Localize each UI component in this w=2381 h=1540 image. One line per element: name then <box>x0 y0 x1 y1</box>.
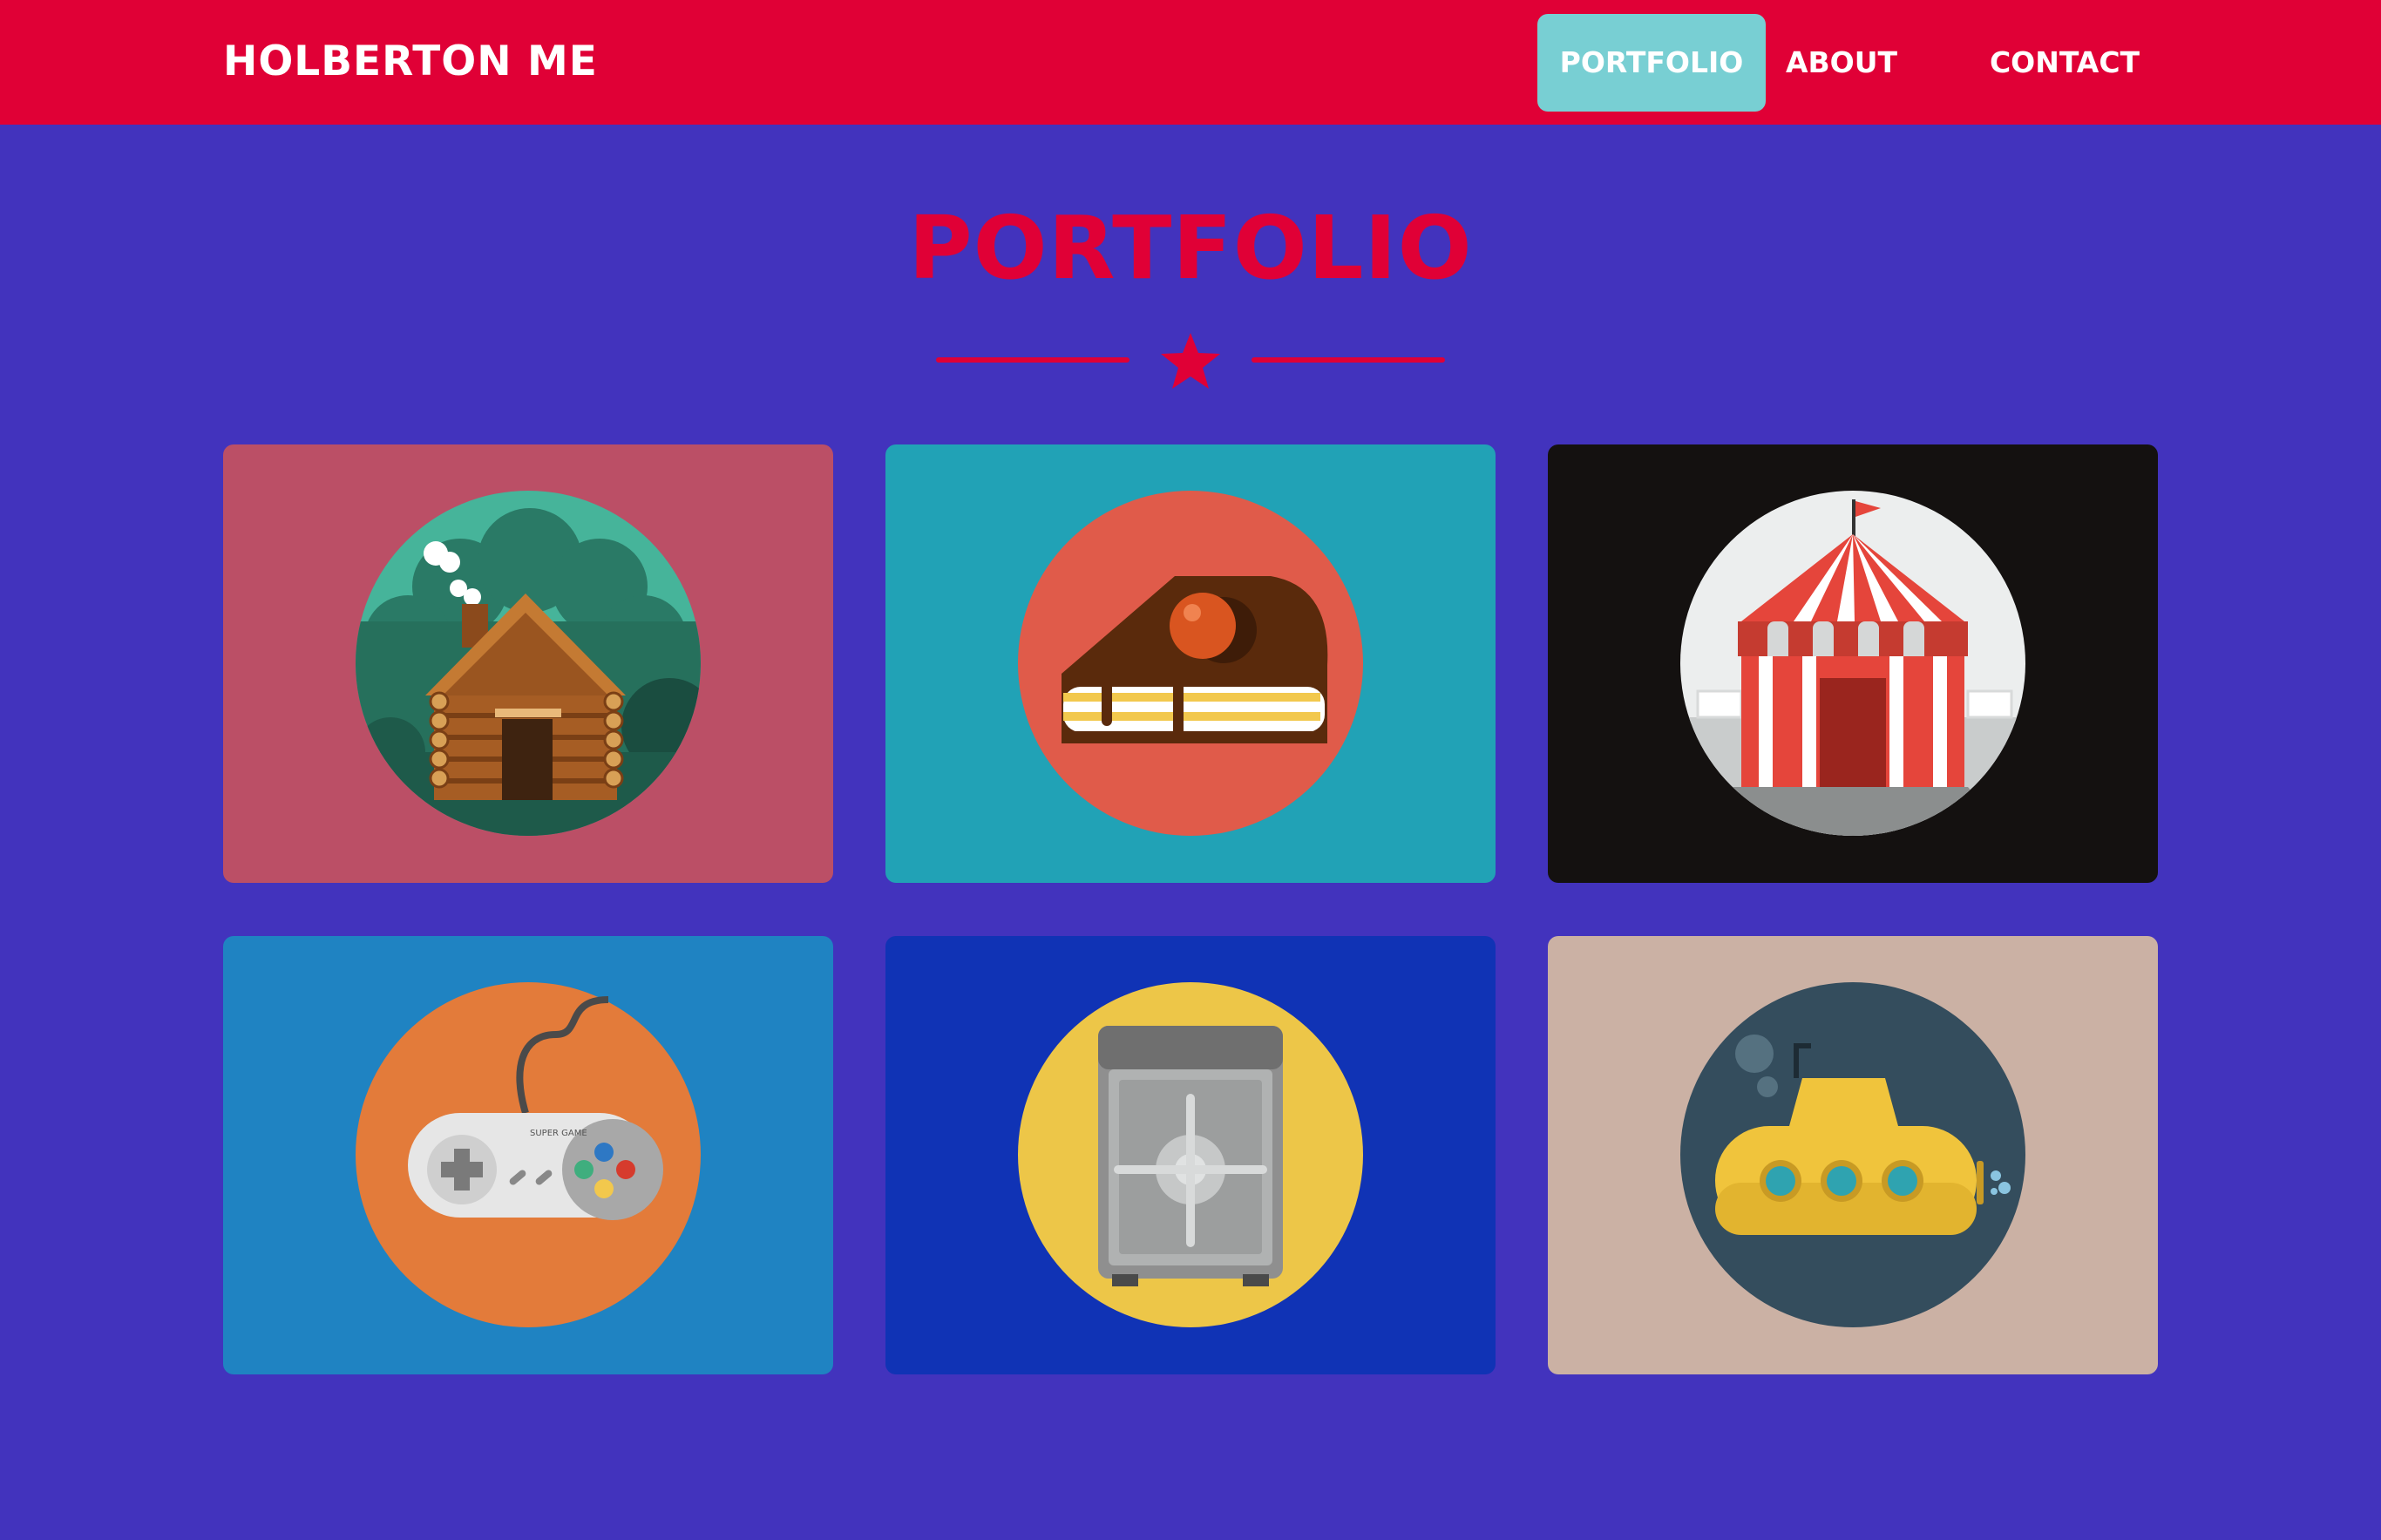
site-brand[interactable]: HOLBERTON ME <box>223 37 598 87</box>
nav-about[interactable]: ABOUT <box>1776 14 1907 112</box>
portfolio-card-controller[interactable]: SUPER GAME <box>223 936 833 1374</box>
portfolio-card-safe[interactable] <box>885 936 1496 1374</box>
portfolio-card-cabin[interactable] <box>223 444 833 883</box>
circus-tent-icon <box>1680 491 2025 836</box>
nav-contact[interactable]: CONTACT <box>1973 14 2156 112</box>
submarine-icon <box>1680 982 2025 1327</box>
divider-line-right <box>1252 357 1445 363</box>
controller-label: SUPER GAME <box>530 1129 587 1138</box>
star-icon <box>1161 333 1220 389</box>
nav-portfolio[interactable]: PORTFOLIO <box>1537 14 1766 112</box>
game-controller-icon: SUPER GAME <box>356 982 701 1327</box>
portfolio-card-cake[interactable] <box>885 444 1496 883</box>
safe-icon <box>1018 982 1363 1327</box>
portfolio-card-circus[interactable] <box>1548 444 2158 883</box>
portfolio-card-submarine[interactable] <box>1548 936 2158 1374</box>
navbar: HOLBERTON ME PORTFOLIO ABOUT CONTACT <box>0 0 2381 125</box>
cake-slice-icon <box>1018 491 1363 836</box>
log-cabin-icon <box>356 491 701 836</box>
section-title: PORTFOLIO <box>908 197 1473 299</box>
divider-line-left <box>936 357 1129 363</box>
